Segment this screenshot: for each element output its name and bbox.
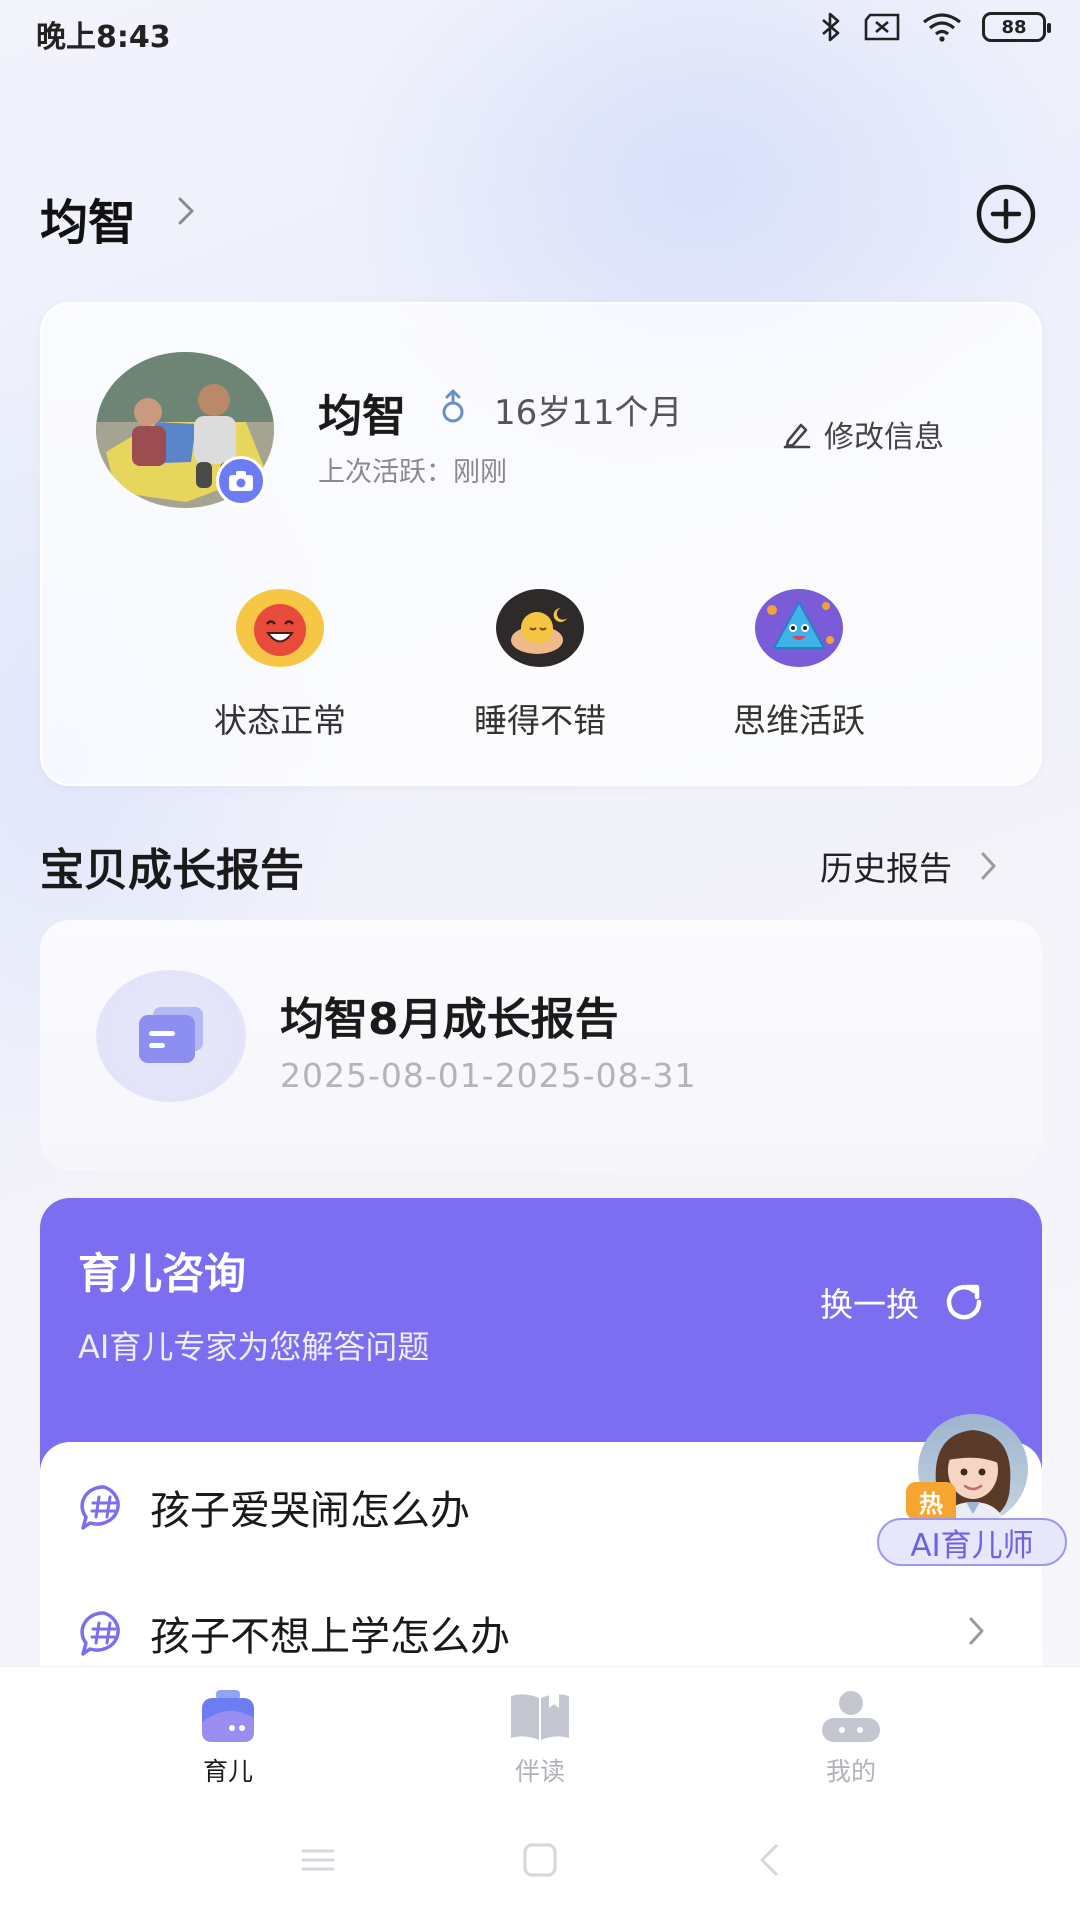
wifi-icon <box>923 13 961 42</box>
report-date-range: 2025-08-01-2025-08-31 <box>280 1056 697 1095</box>
menu-icon[interactable] <box>300 1842 336 1878</box>
status-icons: 88 <box>820 12 1051 42</box>
chevron-right-icon <box>969 1617 984 1645</box>
question-item[interactable]: 孩子不想上学怎么办 <box>78 1604 510 1662</box>
nav-item-mine[interactable]: 我的 <box>781 1688 921 1788</box>
baby-bag-icon <box>202 1690 254 1742</box>
consult-subtitle: AI育儿专家为您解答问题 <box>78 1328 430 1366</box>
last-active-text: 上次活跃：刚刚 <box>318 457 507 488</box>
book-icon <box>511 1694 569 1740</box>
laughing-face-icon <box>236 589 324 667</box>
ai-advisor-button[interactable]: AI育儿师 <box>877 1518 1067 1566</box>
add-child-button[interactable] <box>975 183 1037 245</box>
refresh-label: 换一换 <box>820 1285 919 1324</box>
bluetooth-icon <box>822 12 840 42</box>
child-switcher-title[interactable]: 均智 <box>40 183 136 253</box>
triangle-monster-icon <box>755 589 843 667</box>
question-text: 孩子爱哭闹怎么办 <box>150 1488 470 1534</box>
nav-item-parenting[interactable]: 育儿 <box>158 1688 298 1788</box>
refresh-icon <box>946 1284 982 1320</box>
home-icon[interactable] <box>522 1842 558 1878</box>
status-time: 晚上8:43 <box>36 20 171 55</box>
history-report-label: 历史报告 <box>820 849 952 888</box>
question-item[interactable]: 孩子爱哭闹怎么办 <box>78 1478 470 1536</box>
consult-title: 育儿咨询 <box>78 1249 247 1298</box>
child-age: 16岁11个月 <box>494 393 683 433</box>
chevron-right-icon <box>981 852 996 880</box>
nav-item-reading[interactable]: 伴读 <box>470 1688 610 1788</box>
no-sim-icon <box>864 13 900 41</box>
edit-info-button[interactable]: 修改信息 <box>782 412 944 456</box>
mood-item-sleep[interactable]: 睡得不错 <box>440 588 640 742</box>
growth-report-title: 宝贝成长报告 <box>40 845 304 896</box>
history-report-link[interactable]: 历史报告 <box>820 842 998 890</box>
mood-label: 状态正常 <box>214 701 346 740</box>
hashtag-chat-icon <box>80 1611 120 1656</box>
chevron-right-icon[interactable] <box>176 193 198 229</box>
camera-icon <box>229 471 253 491</box>
mood-label: 思维活跃 <box>733 701 865 740</box>
battery-indicator: 88 <box>982 12 1051 42</box>
mood-item-status[interactable]: 状态正常 <box>180 588 380 742</box>
report-title: 均智8月成长报告 <box>280 994 619 1045</box>
refresh-questions-button[interactable]: 换一换 <box>820 1278 987 1326</box>
mood-label: 睡得不错 <box>474 701 606 740</box>
sleeping-face-icon <box>496 589 584 667</box>
hashtag-chat-icon <box>80 1485 120 1530</box>
male-gender-icon <box>442 389 464 423</box>
report-icon <box>96 970 246 1102</box>
nav-label: 我的 <box>825 1757 876 1786</box>
hot-badge: 热 <box>906 1482 956 1520</box>
user-icon <box>822 1691 880 1742</box>
nav-label: 伴读 <box>514 1757 565 1786</box>
back-icon[interactable] <box>752 1842 788 1878</box>
question-text: 孩子不想上学怎么办 <box>150 1614 510 1660</box>
mood-item-thinking[interactable]: 思维活跃 <box>699 588 899 742</box>
child-name: 均智 <box>318 391 406 442</box>
pencil-icon <box>783 423 811 449</box>
edit-info-label: 修改信息 <box>824 420 944 455</box>
nav-label: 育儿 <box>202 1757 253 1786</box>
change-photo-button[interactable] <box>216 456 266 506</box>
folder-icon <box>139 1007 203 1063</box>
